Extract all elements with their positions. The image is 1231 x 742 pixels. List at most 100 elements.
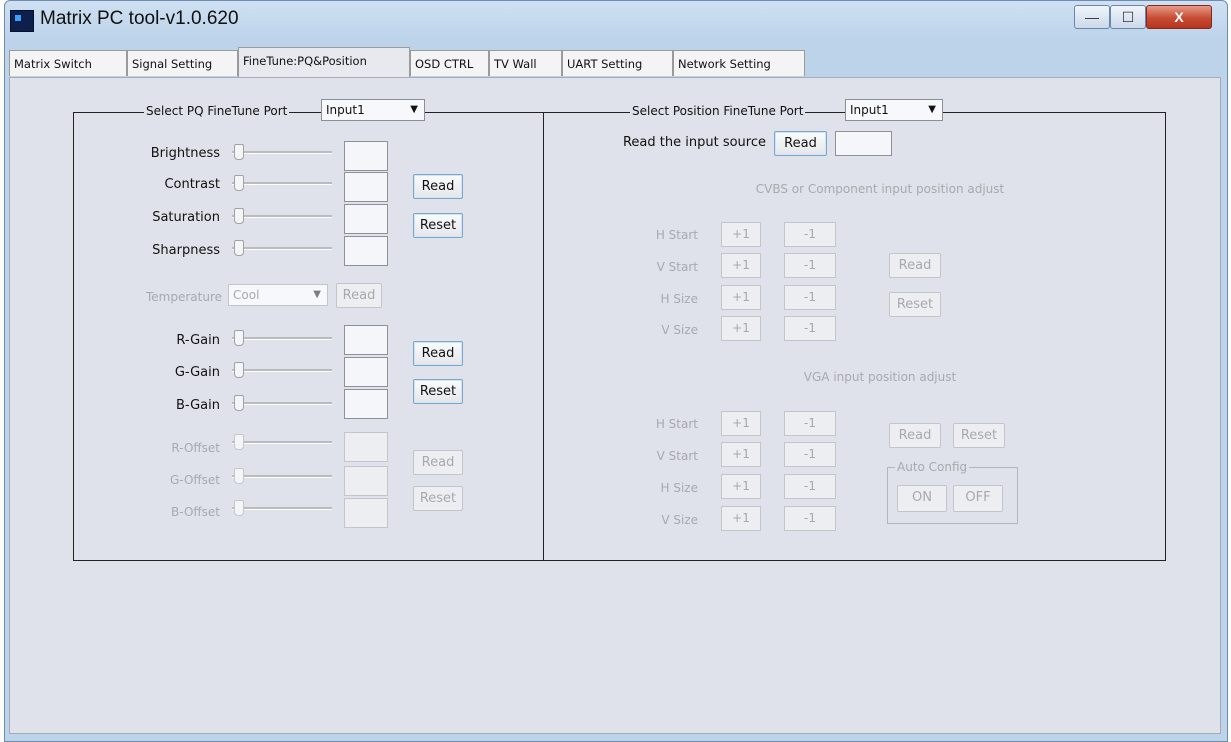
- contrast-slider[interactable]: [232, 175, 332, 191]
- g-gain-slider[interactable]: [232, 362, 332, 378]
- offset-read-button[interactable]: Read: [413, 450, 463, 475]
- read-input-source-label: Read the input source: [622, 135, 766, 150]
- slider-thumb[interactable]: [234, 468, 244, 484]
- cvbs-h-size-plus-button[interactable]: +1: [721, 285, 761, 310]
- vga-position-title: VGA input position adjust: [803, 370, 957, 384]
- vga-v-start-plus-button[interactable]: +1: [721, 442, 761, 467]
- temperature-select[interactable]: Cool ▼: [228, 284, 328, 306]
- vga-h-size-label: H Size: [660, 481, 698, 495]
- g-offset-slider[interactable]: [232, 468, 332, 484]
- cvbs-v-start-plus-button[interactable]: +1: [721, 253, 761, 278]
- cvbs-v-size-minus-button[interactable]: -1: [784, 316, 836, 341]
- close-button[interactable]: X: [1146, 5, 1212, 29]
- slider-thumb[interactable]: [234, 175, 244, 191]
- cvbs-v-size-plus-button[interactable]: +1: [721, 316, 761, 341]
- auto-config-on-button[interactable]: ON: [897, 485, 947, 512]
- gain-read-button[interactable]: Read: [413, 341, 463, 366]
- cvbs-v-start-label: V Start: [656, 260, 698, 274]
- chevron-down-icon: ▼: [313, 289, 321, 300]
- tab-finetune-pq-position[interactable]: FineTune:PQ&Position: [238, 47, 410, 77]
- g-offset-label: G-Offset: [169, 473, 220, 487]
- cvbs-reset-button[interactable]: Reset: [889, 292, 941, 317]
- vga-v-size-label: V Size: [661, 513, 698, 527]
- r-gain-value: [344, 325, 388, 355]
- r-gain-label: R-Gain: [176, 333, 220, 348]
- vga-h-start-label: H Start: [655, 417, 698, 431]
- vga-h-size-minus-button[interactable]: -1: [784, 474, 836, 499]
- temperature-label: Temperature: [145, 290, 222, 304]
- g-gain-label: G-Gain: [174, 365, 220, 380]
- brightness-slider[interactable]: [232, 144, 332, 160]
- slider-thumb[interactable]: [234, 500, 244, 516]
- chevron-down-icon: ▼: [410, 104, 418, 115]
- cvbs-h-start-minus-button[interactable]: -1: [784, 222, 836, 247]
- slider-thumb[interactable]: [234, 395, 244, 411]
- tab-osd-ctrl[interactable]: OSD CTRL: [410, 50, 489, 76]
- tab-signal-setting[interactable]: Signal Setting: [127, 50, 238, 76]
- saturation-label: Saturation: [152, 210, 220, 225]
- tab-uart-setting[interactable]: UART Setting: [562, 50, 673, 76]
- saturation-slider[interactable]: [232, 208, 332, 224]
- slider-thumb[interactable]: [234, 240, 244, 256]
- b-offset-value: [344, 498, 388, 528]
- vga-h-start-plus-button[interactable]: +1: [721, 411, 761, 436]
- cvbs-v-size-label: V Size: [661, 323, 698, 337]
- temperature-read-button[interactable]: Read: [336, 283, 382, 308]
- brightness-label: Brightness: [150, 146, 220, 161]
- tab-tv-wall[interactable]: TV Wall: [489, 50, 562, 76]
- slider-thumb[interactable]: [234, 362, 244, 378]
- slider-thumb[interactable]: [234, 330, 244, 346]
- vga-reset-button[interactable]: Reset: [953, 423, 1005, 448]
- slider-thumb[interactable]: [234, 208, 244, 224]
- cvbs-h-start-label: H Start: [655, 228, 698, 242]
- brightness-value: [344, 141, 388, 171]
- pq-reset-button[interactable]: Reset: [413, 213, 463, 238]
- tab-matrix-switch[interactable]: Matrix Switch: [9, 50, 127, 76]
- vga-v-start-minus-button[interactable]: -1: [784, 442, 836, 467]
- b-gain-value: [344, 389, 388, 419]
- vga-h-size-plus-button[interactable]: +1: [721, 474, 761, 499]
- contrast-label: Contrast: [164, 177, 220, 192]
- b-offset-slider[interactable]: [232, 500, 332, 516]
- b-gain-label: B-Gain: [176, 398, 220, 413]
- sharpness-slider[interactable]: [232, 240, 332, 256]
- slider-thumb[interactable]: [234, 434, 244, 450]
- vga-h-start-minus-button[interactable]: -1: [784, 411, 836, 436]
- b-offset-label: B-Offset: [171, 505, 220, 519]
- pq-port-select[interactable]: Input1 ▼: [321, 99, 425, 121]
- vga-v-size-plus-button[interactable]: +1: [721, 506, 761, 531]
- cvbs-v-start-minus-button[interactable]: -1: [784, 253, 836, 278]
- r-offset-label: R-Offset: [171, 441, 220, 455]
- r-gain-slider[interactable]: [232, 330, 332, 346]
- g-gain-value: [344, 357, 388, 387]
- r-offset-slider[interactable]: [232, 434, 332, 450]
- pq-read-button[interactable]: Read: [413, 174, 463, 199]
- auto-config-off-button[interactable]: OFF: [953, 485, 1003, 512]
- cvbs-h-size-label: H Size: [660, 292, 698, 306]
- cvbs-position-title: CVBS or Component input position adjust: [755, 182, 1005, 196]
- position-port-select[interactable]: Input1 ▼: [845, 99, 943, 121]
- input-source-value: [835, 131, 892, 156]
- g-offset-value: [344, 466, 388, 496]
- temperature-value: Cool: [233, 288, 260, 302]
- window-title: Matrix PC tool-v1.0.620: [40, 8, 239, 29]
- vga-read-button[interactable]: Read: [889, 423, 941, 448]
- app-logo-icon: [10, 10, 34, 32]
- read-input-source-button[interactable]: Read: [774, 131, 827, 156]
- gain-reset-button[interactable]: Reset: [413, 379, 463, 404]
- cvbs-h-start-plus-button[interactable]: +1: [721, 222, 761, 247]
- contrast-value: [344, 172, 388, 202]
- slider-thumb[interactable]: [234, 144, 244, 160]
- vga-v-size-minus-button[interactable]: -1: [784, 506, 836, 531]
- b-gain-slider[interactable]: [232, 395, 332, 411]
- cvbs-h-size-minus-button[interactable]: -1: [784, 285, 836, 310]
- chevron-down-icon: ▼: [928, 104, 936, 115]
- offset-reset-button[interactable]: Reset: [413, 486, 463, 511]
- sharpness-value: [344, 236, 388, 266]
- pq-port-legend: Select PQ FineTune Port: [144, 104, 290, 118]
- cvbs-read-button[interactable]: Read: [889, 253, 941, 278]
- minimize-button[interactable]: —: [1074, 5, 1110, 29]
- maximize-button[interactable]: ☐: [1110, 5, 1146, 29]
- tab-network-setting[interactable]: Network Setting: [673, 50, 805, 76]
- position-port-value: Input1: [850, 103, 889, 117]
